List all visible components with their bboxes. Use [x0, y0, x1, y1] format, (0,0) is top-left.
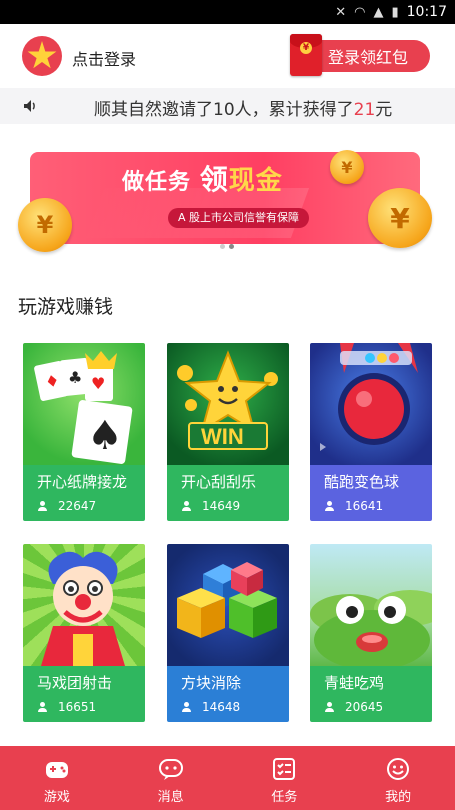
notice-amount: 21: [353, 100, 376, 120]
battery-icon: ▮: [391, 4, 399, 20]
tab-label: 任务: [271, 790, 298, 805]
svg-text:♣: ♣: [68, 368, 82, 387]
wifi-icon: ◠: [354, 4, 366, 20]
svg-text:♠: ♠: [87, 413, 123, 459]
banner-title: 做任务 领现金: [122, 158, 283, 198]
game-name: 酷跑变色球: [324, 473, 400, 491]
game-name: 开心刮刮乐: [181, 473, 257, 491]
notice-prefix: 顺其自然邀请了10人，累计获得了: [94, 100, 354, 120]
players-count: 14649: [202, 499, 241, 513]
mute-icon: ✕: [335, 4, 347, 20]
coin-icon: ¥: [368, 188, 432, 248]
star-icon: [27, 41, 57, 69]
tab-label: 消息: [157, 790, 184, 805]
user-icon: [324, 501, 335, 511]
players-count: 20645: [345, 700, 384, 714]
gamepad-icon: [45, 762, 68, 778]
smiley-icon: [387, 758, 410, 780]
banner-subtitle: A 股上市公司信誉有保障: [168, 208, 310, 228]
players-count: 14648: [202, 700, 241, 714]
tab-label: 游戏: [43, 790, 70, 805]
bottom-tab-bar: 游戏 消息 任务 我的: [0, 746, 455, 810]
game-art-scratch: WIN: [167, 343, 289, 465]
tab-label: 我的: [385, 790, 412, 805]
tab-tasks[interactable]: 任务: [228, 746, 342, 810]
notice-suffix: 元: [375, 100, 393, 120]
user-icon: [181, 702, 192, 712]
svg-text:WIN: WIN: [201, 424, 244, 449]
tab-profile[interactable]: 我的: [341, 746, 455, 810]
game-players: 16651: [37, 700, 96, 714]
avatar[interactable]: [22, 36, 62, 76]
header: 点击登录 登录领红包: [0, 24, 455, 88]
status-bar: ✕ ◠ ▲ ▮ 10:17: [0, 0, 455, 24]
players-count: 16651: [58, 700, 97, 714]
game-art-colorball: [310, 343, 432, 465]
banner-title-part3: 现金: [228, 166, 283, 196]
task-icon: [273, 758, 296, 780]
game-card[interactable]: 酷跑变色球 16641: [310, 343, 432, 521]
game-card[interactable]: ♦ ♣ ♥ ♠ 开心纸牌接龙 22647: [23, 343, 145, 521]
message-icon: [158, 759, 183, 780]
page-dot-active[interactable]: [229, 244, 234, 249]
players-count: 22647: [58, 499, 97, 513]
game-name: 青蛙吃鸡: [324, 674, 385, 692]
game-card[interactable]: WIN 开心刮刮乐 14649: [167, 343, 289, 521]
tab-messages[interactable]: 消息: [114, 746, 228, 810]
user-icon: [37, 501, 48, 511]
notice-text: 顺其自然邀请了10人，累计获得了21元: [94, 95, 392, 120]
user-icon: [324, 702, 335, 712]
coin-icon: ¥: [330, 150, 364, 184]
speaker-icon: [24, 100, 35, 112]
login-link[interactable]: 点击登录: [72, 46, 136, 70]
game-art-blocks: [167, 544, 289, 666]
user-icon: [181, 501, 192, 511]
signal-icon: ▲: [373, 4, 384, 20]
game-card[interactable]: 青蛙吃鸡 20645: [310, 544, 432, 722]
red-envelope-icon: [290, 34, 322, 76]
game-art-frog: [310, 544, 432, 666]
tab-games[interactable]: 游戏: [0, 746, 114, 810]
page-dot[interactable]: [220, 244, 225, 249]
user-icon: [37, 702, 48, 712]
players-count: 16641: [345, 499, 384, 513]
banner-title-part2: 领: [199, 163, 229, 196]
banner-title-part1: 做任务: [122, 170, 192, 195]
game-card[interactable]: 马戏团射击 16651: [23, 544, 145, 722]
game-players: 20645: [324, 700, 383, 714]
game-players: 22647: [37, 499, 96, 513]
game-name: 开心纸牌接龙: [37, 473, 128, 491]
game-art-solitaire: ♦ ♣ ♥ ♠: [23, 343, 145, 465]
game-players: 14648: [181, 700, 240, 714]
svg-text:♥: ♥: [91, 374, 105, 393]
banner-pagination: [220, 244, 234, 249]
coin-icon: ¥: [18, 198, 72, 252]
game-art-clown: [23, 544, 145, 666]
game-card[interactable]: 方块消除 14648: [167, 544, 289, 722]
game-name: 马戏团射击: [37, 674, 113, 692]
game-name: 方块消除: [181, 674, 242, 692]
game-players: 14649: [181, 499, 240, 513]
section-title: 玩游戏赚钱: [18, 296, 114, 318]
notice-bar: 顺其自然邀请了10人，累计获得了21元: [0, 88, 455, 124]
game-players: 16641: [324, 499, 383, 513]
status-time: 10:17: [406, 4, 447, 20]
